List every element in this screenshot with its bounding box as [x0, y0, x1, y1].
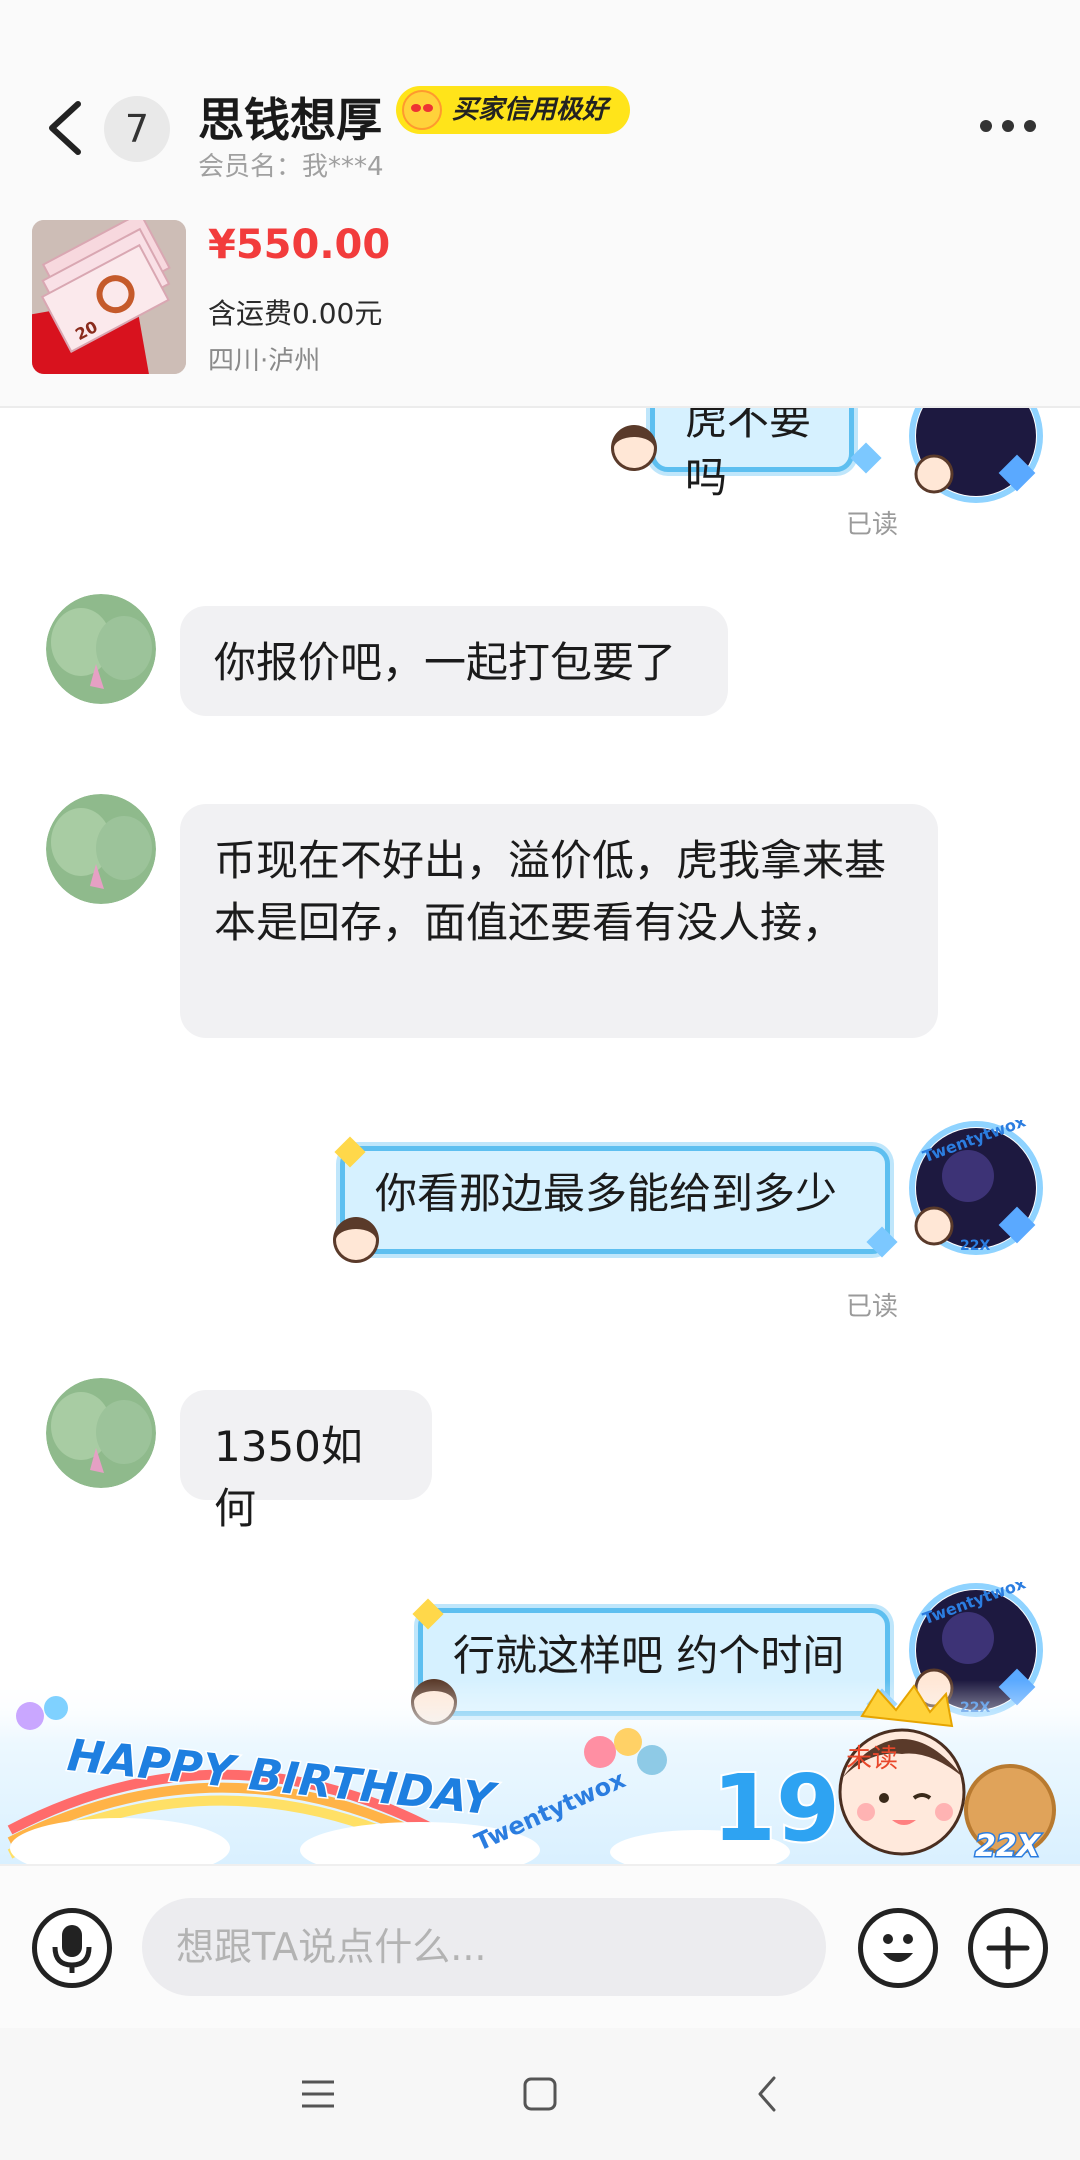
credit-badge-label: 买家信用极好 — [452, 95, 609, 125]
message-text: 币现在不好出，溢价低，虎我拿来基本是回存，面值还要看有没人接， — [214, 836, 887, 947]
message-bubble-sent[interactable]: 你看那边最多能给到多少 — [333, 1136, 898, 1263]
menu-icon[interactable] — [298, 2074, 338, 2114]
cartoon-kid-icon — [411, 1679, 457, 1725]
message-bubble-received[interactable]: 1350如何 — [180, 1390, 432, 1533]
banknote-image: 20 — [32, 220, 186, 374]
seller-avatar[interactable] — [46, 594, 156, 704]
credit-badge[interactable]: 买家信用极好 — [396, 86, 631, 134]
avatar-frame-subtext: 22X — [960, 1700, 990, 1716]
message-bubble-received[interactable]: 币现在不好出，溢价低，虎我拿来基本是回存，面值还要看有没人接， — [180, 804, 938, 1038]
cartoon-kid-icon — [611, 425, 657, 471]
message-text: 虎不要吗 — [685, 408, 812, 502]
unread-count-badge[interactable]: 7 — [104, 96, 170, 162]
product-price: ¥550.00 — [208, 222, 391, 268]
read-status: 已读 — [846, 1292, 899, 1322]
seller-avatar[interactable] — [46, 1378, 156, 1488]
input-bar — [0, 1864, 1080, 2028]
message-text: 1350如何 — [214, 1422, 363, 1533]
star-icon — [866, 1688, 898, 1720]
sender-avatar[interactable]: Twentytwox 22X — [908, 1582, 1044, 1718]
back-arrow-icon[interactable] — [38, 96, 94, 160]
message-bubble-sent[interactable]: 行就这样吧 约个时间 — [411, 1598, 898, 1725]
voice-input-button[interactable] — [32, 1908, 112, 1988]
microphone-icon — [52, 1925, 92, 1973]
seller-name[interactable]: 思钱想厚 — [198, 84, 382, 150]
star-icon — [334, 1136, 366, 1168]
more-options-icon[interactable] — [976, 108, 1040, 144]
system-navigation-bar — [0, 2028, 1080, 2160]
product-location: 四川·泸州 — [208, 346, 321, 376]
chat-header: 7 思钱想厚 买家信用极好 会员名：我***4 20 ¥550.00 含运费0.… — [0, 0, 1080, 408]
chat-screen: 7 思钱想厚 买家信用极好 会员名：我***4 20 ¥550.00 含运费0.… — [0, 0, 1080, 2160]
member-name: 会员名：我***4 — [198, 152, 384, 182]
more-actions-button[interactable] — [968, 1908, 1048, 1988]
sender-avatar[interactable] — [908, 408, 1044, 504]
message-bubble-received[interactable]: 你报价吧，一起打包要了 — [180, 606, 728, 716]
message-text: 你看那边最多能给到多少 — [375, 1169, 838, 1218]
message-text: 你报价吧，一起打包要了 — [214, 638, 677, 687]
emoji-face-icon — [402, 90, 442, 130]
nav-back-icon[interactable] — [748, 2074, 788, 2114]
emoji-button[interactable] — [858, 1908, 938, 1988]
star-icon — [412, 1598, 444, 1630]
avatar-frame-subtext: 22X — [960, 1238, 990, 1254]
home-icon[interactable] — [520, 2074, 560, 2114]
message-text: 行就这样吧 约个时间 — [453, 1631, 845, 1680]
unread-status: 未读 — [846, 1744, 899, 1774]
star-icon — [850, 442, 882, 474]
star-icon — [866, 1226, 898, 1258]
read-status: 已读 — [846, 510, 899, 540]
product-thumbnail[interactable]: 20 — [32, 220, 186, 374]
shipping-fee: 含运费0.00元 — [208, 297, 383, 330]
smiley-icon — [883, 1934, 913, 1962]
sender-avatar[interactable]: Twentytwox 22X — [908, 1120, 1044, 1256]
plus-icon — [986, 1926, 1030, 1970]
seller-avatar[interactable] — [46, 794, 156, 904]
message-list[interactable]: 虎不要吗 已读 你报价吧，一起打包要了 币现在不好出，溢价低，虎我拿来基本是回存… — [0, 408, 1080, 1864]
message-input[interactable] — [142, 1898, 826, 1996]
cartoon-kid-icon — [333, 1217, 379, 1263]
message-bubble-sent[interactable]: 虎不要吗 — [611, 408, 882, 502]
